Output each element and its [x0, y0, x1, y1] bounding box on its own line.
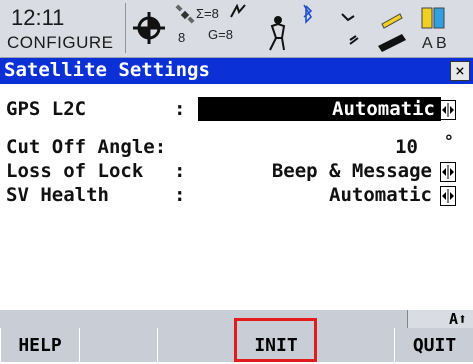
setting-colon: :: [174, 98, 186, 120]
setting-loss-of-lock[interactable]: Loss of Lock : Beep & Message: [6, 160, 466, 184]
position-mode-icon: [130, 6, 168, 50]
setting-colon: :: [174, 160, 186, 182]
setting-label: Cut Off Angle:: [6, 136, 167, 158]
satellite-sigma: Σ=8: [196, 6, 219, 21]
shift-indicator: A⬆: [407, 310, 473, 328]
quit-button[interactable]: QUIT: [394, 328, 473, 362]
setting-label: GPS L2C: [6, 98, 87, 120]
signal-icon: [230, 4, 246, 18]
left-right-arrows-icon[interactable]: [440, 162, 456, 182]
satellite-status: Σ=8 8 G=8: [174, 4, 260, 52]
antenna-icon: [269, 16, 286, 51]
satellite-icon: [175, 4, 195, 24]
status-bar: 12:11 CONFIGURE Σ=8 8 G=8 A B: [0, 0, 473, 58]
bluetooth-icon: [303, 4, 313, 24]
memory-icon: A B: [421, 7, 447, 52]
signal-arrow-icon: [341, 13, 359, 45]
svg-text:B: B: [436, 35, 447, 52]
battery-icon: [378, 13, 406, 52]
setting-value: Automatic: [329, 184, 432, 206]
satellite-g: G=8: [208, 27, 233, 42]
setting-gps-l2c[interactable]: GPS L2C : Automatic: [6, 97, 466, 122]
setting-value: Automatic: [332, 98, 435, 120]
setting-value[interactable]: 10: [395, 136, 418, 158]
setting-label: SV Health: [6, 184, 109, 206]
mode-label: CONFIGURE: [7, 33, 114, 52]
highlight-box: [234, 318, 317, 362]
setting-cut-off-angle[interactable]: Cut Off Angle: 10 °: [6, 132, 466, 160]
f2-button[interactable]: [79, 328, 158, 362]
dialog-title: Satellite Settings: [4, 59, 210, 81]
f3-button[interactable]: [157, 328, 236, 362]
svg-text:A: A: [422, 35, 433, 52]
unit-label: °: [443, 132, 454, 152]
close-icon[interactable]: ×: [450, 61, 470, 81]
setting-sv-health[interactable]: SV Health : Automatic: [6, 184, 466, 208]
left-right-arrows-icon[interactable]: [440, 186, 456, 206]
clock-panel: 12:11 CONFIGURE: [3, 3, 126, 53]
f5-button[interactable]: [316, 328, 395, 362]
setting-label: Loss of Lock: [6, 160, 144, 182]
satellite-count: 8: [178, 30, 186, 45]
status-icons: A B: [262, 4, 472, 54]
left-right-arrows-icon[interactable]: [440, 100, 456, 120]
dialog-title-bar: Satellite Settings ×: [0, 58, 473, 84]
help-button[interactable]: HELP: [0, 328, 80, 362]
clock-time: 12:11: [11, 5, 65, 30]
setting-colon: :: [174, 184, 186, 206]
gps-l2c-select[interactable]: Automatic: [198, 97, 441, 121]
setting-value: Beep & Message: [271, 160, 432, 182]
